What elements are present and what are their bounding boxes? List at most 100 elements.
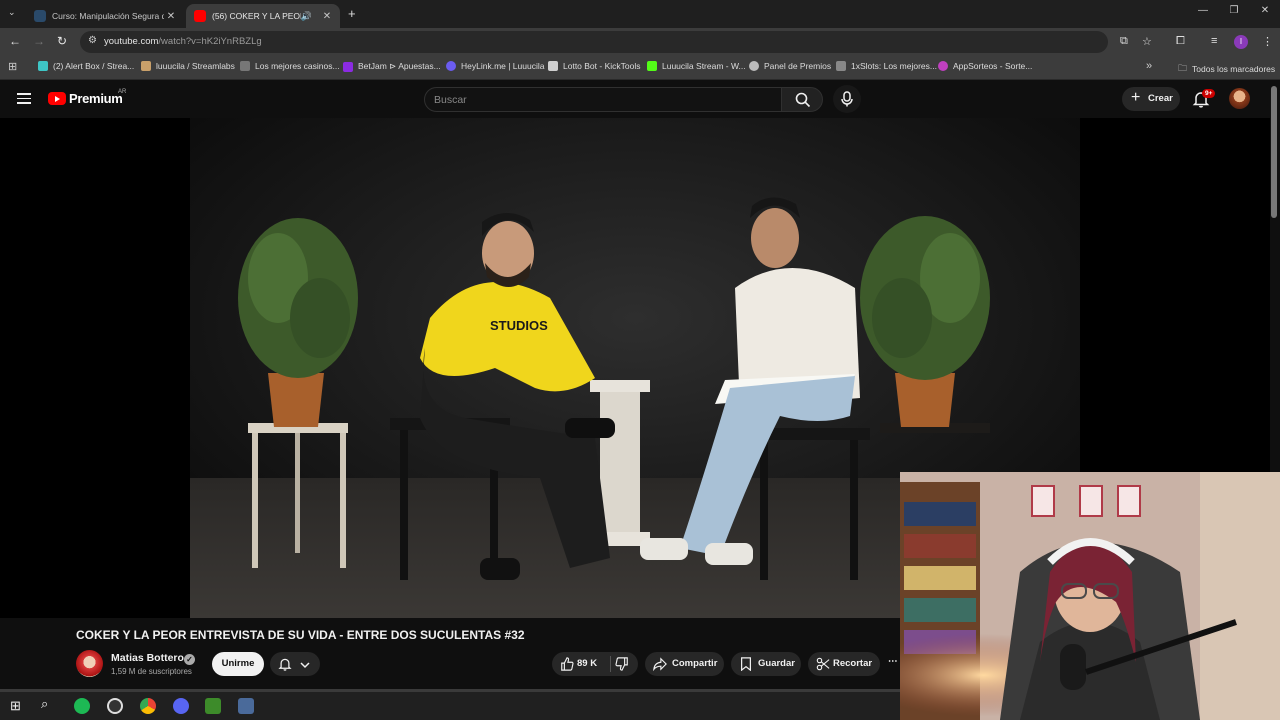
video-title: COKER Y LA PEOR ENTREVISTA DE SU VIDA - … [76,628,525,642]
bookmark-icon [741,657,751,671]
menu-kebab-icon[interactable]: ⋮ [1262,35,1273,48]
apps-grid-icon[interactable]: ⊞ [8,60,17,73]
close-tab-icon[interactable]: ✕ [320,11,334,22]
page-scrollbar[interactable] [1271,86,1277,218]
bookmark-label: Panel de Premios [764,61,832,71]
scissors-icon [816,657,830,671]
bookmark-streamlabs[interactable]: luuucila / Streamlabs [141,61,235,71]
calculator-icon[interactable] [238,698,254,714]
share-icon [653,657,667,671]
back-icon[interactable]: ← [9,34,21,48]
hamburger-menu-icon[interactable] [17,93,31,104]
kick-icon [647,61,657,71]
spotify-icon[interactable] [74,698,90,714]
bookmark-label: AppSorteos - Sorte... [953,61,1033,71]
search-input[interactable] [434,92,764,108]
like-dislike-group: 89 K [552,652,638,676]
bookmark-label: BetJam ⊳ Apuestas... [358,61,441,71]
minecraft-icon[interactable] [205,698,221,714]
country-code: AR [118,89,127,95]
browser-toolbar: ← → ↻ ⚙ youtube.com/watch?v=hK2iYnRBZLg … [0,28,1280,56]
tab-label: Curso: Manipulación Segura de [52,11,164,21]
voice-search-button[interactable] [833,85,861,113]
bookmark-label: HeyLink.me | Luuucila [461,61,545,71]
close-window-icon[interactable]: ✕ [1250,5,1280,16]
bookmark-premios[interactable]: Panel de Premios [749,61,831,71]
audio-playing-icon[interactable]: 🔊 [301,11,312,22]
bookmark-1xslots[interactable]: 1xSlots: Los mejores... [836,61,937,71]
divider [610,656,611,672]
dislike-icon[interactable] [615,657,629,671]
tab-search-chevron-icon[interactable]: ⌄ [8,7,16,18]
hoodie-text: STUDIOS [490,318,548,333]
bookmark-casinos[interactable]: Los mejores casinos... [240,61,340,71]
save-label: Guardar [758,658,795,669]
like-count[interactable]: 89 K [577,658,597,669]
channel-avatar[interactable] [76,650,103,677]
more-bookmarks-icon[interactable]: » [1146,60,1152,72]
share-button[interactable]: Compartir [645,652,724,676]
new-tab-icon[interactable]: + [348,6,356,21]
site-info-icon[interactable]: ⚙ [88,35,97,46]
streamlabs-icon [141,61,151,71]
slots-icon [836,61,846,71]
address-bar[interactable]: ⚙ youtube.com/watch?v=hK2iYnRBZLg [80,31,1108,53]
profile-icon[interactable]: I [1234,35,1248,49]
bookmark-label: (2) Alert Box / Strea... [53,61,135,71]
bookmark-betjam[interactable]: BetJam ⊳ Apuestas... [343,61,441,72]
forward-icon[interactable]: → [33,34,45,48]
join-button[interactable]: Unirme [212,652,264,676]
microphone-icon [841,91,853,107]
subscription-bell-button[interactable] [270,652,320,676]
extensions-icon[interactable]: ⧠ [1176,35,1185,48]
minimize-icon[interactable]: — [1188,5,1218,16]
streamer-webcam-overlay [900,472,1280,720]
search-icon[interactable]: ⌕ [41,696,48,712]
create-label: Crear [1148,93,1173,104]
clip-label: Recortar [833,658,873,669]
install-app-icon[interactable]: ⧉ [1120,35,1128,48]
browser-tab-strip: ⌄ Curso: Manipulación Segura de ✕ (56) C… [0,0,1280,28]
bookmark-star-icon[interactable]: ☆ [1142,35,1152,48]
bookmark-label: Luuucila Stream - W... [662,61,746,71]
save-button[interactable]: Guardar [731,652,801,676]
youtube-logo-icon[interactable] [48,92,66,105]
discord-icon[interactable] [173,698,189,714]
youtube-icon [194,10,206,22]
clip-button[interactable]: Recortar [808,652,880,676]
bookmark-kick[interactable]: Luuucila Stream - W... [647,61,746,71]
youtube-premium-logo[interactable]: Premium [69,91,123,106]
search-button[interactable] [781,87,823,112]
bookmarks-bar: ⊞ (2) Alert Box / Strea... luuucila / St… [0,56,1280,80]
bookmark-alert-box[interactable]: (2) Alert Box / Strea... [38,61,134,71]
obs-icon[interactable] [107,698,123,714]
bookmark-label: 1xSlots: Los mejores... [851,61,937,71]
like-icon[interactable] [560,657,574,671]
bookmark-appsorteos[interactable]: AppSorteos - Sorte... [938,61,1032,71]
course-site-icon [34,10,46,22]
media-control-icon[interactable]: ≡ [1211,35,1217,47]
plus-icon: + [1131,89,1141,106]
create-button[interactable]: + Crear [1122,87,1180,111]
close-tab-icon[interactable]: ✕ [164,11,178,22]
globe-icon [749,61,759,71]
restore-icon[interactable]: ❐ [1219,5,1249,16]
more-actions-button[interactable]: ⋯ [886,652,900,676]
reload-icon[interactable]: ↻ [57,34,67,48]
windows-start-icon[interactable]: ⊞ [10,698,21,714]
user-avatar[interactable] [1229,88,1250,109]
all-bookmarks-folder[interactable]: 🗀 Todos los marcadores [1178,61,1275,77]
webcam-image [900,472,1280,720]
bookmark-label: luuucila / Streamlabs [156,61,235,71]
bookmark-heylink[interactable]: HeyLink.me | Luuucila [446,61,544,71]
tab-youtube[interactable]: (56) COKER Y LA PEOR ENTI 🔊 ✕ [186,4,340,28]
grid-icon [548,61,558,71]
chrome-icon[interactable] [140,698,156,714]
channel-name[interactable]: Matias Bottero [111,652,184,664]
url-text: youtube.com/watch?v=hK2iYnRBZLg [104,36,262,47]
betjam-icon [343,61,353,72]
bookmark-lotto-bot[interactable]: Lotto Bot - KickTools [548,61,640,71]
alert-box-icon [38,61,48,71]
tab-curso[interactable]: Curso: Manipulación Segura de ✕ [26,4,184,28]
bookmark-label: Lotto Bot - KickTools [563,61,641,71]
